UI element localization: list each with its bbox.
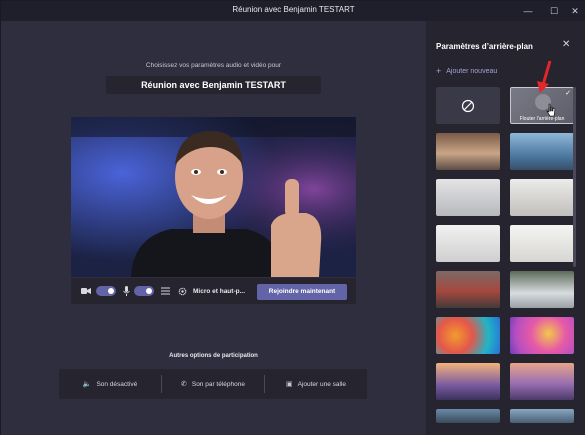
background-thumbnail[interactable] [510,133,574,170]
device-controls-bar: Micro et haut-p... Rejoindre maintenant [71,278,356,304]
add-new-label: Ajouter nouveau [446,67,498,75]
other-options-title: Autres options de participation [169,353,258,359]
panel-title: Paramètres d’arrière-plan [436,42,533,51]
camera-preview-image [71,117,356,277]
video-preview [71,117,356,277]
no-background-icon [461,99,475,112]
audio-off-option[interactable]: 🔈 Son désactivé [59,369,161,399]
background-thumbnail[interactable] [510,225,574,262]
microphone-icon [123,278,130,304]
phone-audio-option[interactable]: ✆ Son par téléphone [162,369,264,399]
microphone-toggle[interactable] [134,278,154,304]
mouse-cursor-icon [546,103,556,117]
close-panel-icon[interactable]: ✕ [562,39,570,50]
join-now-button[interactable]: Rejoindre maintenant [257,284,347,300]
camera-icon [81,278,91,304]
background-thumbnail[interactable] [510,271,574,308]
add-room-option[interactable]: ▣ Ajouter une salle [265,369,367,399]
audio-off-label: Son désactivé [96,380,138,388]
background-thumbnail[interactable] [510,317,574,354]
no-background-tile[interactable] [436,87,500,124]
room-icon: ▣ [285,381,293,388]
pre-join-screen: Choisissez vos paramètres audio et vidéo… [1,21,426,435]
selected-check-icon: ✓ [565,90,571,97]
phone-audio-label: Son par téléphone [191,380,245,388]
background-effects-icon[interactable] [161,278,170,304]
other-options-bar: 🔈 Son désactivé ✆ Son par téléphone ▣ Aj… [59,369,367,399]
prejoin-subtitle: Choisissez vos paramètres audio et vidéo… [145,62,282,69]
close-window-button[interactable]: ✕ [566,3,584,19]
background-thumbnail[interactable] [436,409,500,423]
meeting-title: Réunion avec Benjamin TESTART [106,76,321,94]
background-thumbnail[interactable] [436,179,500,216]
audio-device-label: Micro et haut-p... [193,287,245,295]
red-arrow-annotation [537,60,552,93]
background-thumbnail[interactable] [436,363,500,400]
settings-gear-icon[interactable] [178,278,187,304]
window-title: Réunion avec Benjamin TESTART [232,5,355,14]
background-thumbnail[interactable] [510,179,574,216]
background-settings-panel: Paramètres d’arrière-plan ✕ + Ajouter no… [426,21,585,435]
teams-window: Réunion avec Benjamin TESTART — ☐ ✕ Choi… [0,0,585,435]
speaker-off-icon: 🔈 [82,381,92,388]
audio-device-selector[interactable]: Micro et haut-p... [193,278,245,304]
blur-background-label: Flouter l’arrière-plan [519,116,565,122]
background-thumbnail[interactable] [510,409,574,423]
camera-toggle[interactable] [96,278,116,304]
background-thumbnail[interactable] [436,271,500,308]
add-new-background-button[interactable]: + Ajouter nouveau [436,66,497,76]
add-room-label: Ajouter une salle [297,380,347,388]
minimize-button[interactable]: — [519,3,537,19]
panel-scrollbar[interactable] [573,87,576,267]
background-thumbnail[interactable] [436,225,500,262]
phone-icon: ✆ [180,381,187,388]
background-thumbnail[interactable] [436,133,500,170]
maximize-button[interactable]: ☐ [545,3,563,19]
background-thumbnail[interactable] [510,363,574,400]
plus-icon: + [436,66,442,76]
title-bar: Réunion avec Benjamin TESTART — ☐ ✕ [1,1,585,21]
background-thumbnail[interactable] [436,317,500,354]
